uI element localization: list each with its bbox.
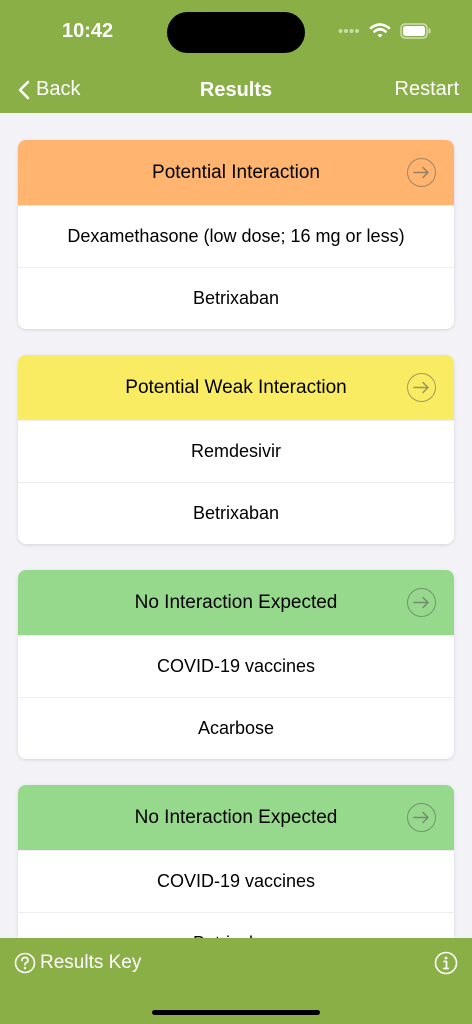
card-header[interactable]: No Interaction Expected — [18, 785, 454, 850]
drug-row: Betrixaban — [18, 267, 454, 329]
result-card-no-interaction: No Interaction Expected COVID-19 vaccine… — [18, 570, 454, 759]
results-key-label: Results Key — [40, 952, 142, 973]
card-header[interactable]: No Interaction Expected — [18, 570, 454, 635]
card-header[interactable]: Potential Weak Interaction — [18, 355, 454, 420]
card-header[interactable]: Potential Interaction — [18, 140, 454, 205]
dynamic-island — [167, 12, 305, 53]
arrow-right-circle-icon[interactable] — [407, 373, 436, 402]
question-circle-icon — [14, 952, 36, 974]
drug-row: Acarbose — [18, 697, 454, 759]
info-circle-icon — [434, 951, 458, 975]
signal-icon — [338, 28, 359, 33]
results-key-button[interactable]: Results Key — [14, 952, 141, 974]
drug-row: Betrixaban — [18, 482, 454, 544]
result-card-potential-weak-interaction: Potential Weak Interaction Remdesivir Be… — [18, 355, 454, 544]
bottom-toolbar: Results Key — [0, 938, 472, 1024]
info-button[interactable] — [434, 951, 458, 980]
drug-row: Remdesivir — [18, 420, 454, 482]
card-header-label: Potential Weak Interaction — [125, 376, 347, 398]
status-time: 10:42 — [62, 20, 114, 42]
card-header-label: Potential Interaction — [152, 161, 320, 183]
result-card-no-interaction: No Interaction Expected COVID-19 vaccine… — [18, 785, 454, 938]
battery-icon — [400, 22, 431, 39]
arrow-right-circle-icon[interactable] — [407, 158, 436, 187]
arrow-right-circle-icon[interactable] — [407, 588, 436, 617]
restart-button[interactable]: Restart — [395, 78, 459, 101]
drug-row: COVID-19 vaccines — [18, 850, 454, 912]
arrow-right-circle-icon[interactable] — [407, 803, 436, 832]
drug-row: Dexamethasone (low dose; 16 mg or less) — [18, 205, 454, 267]
result-card-potential-interaction: Potential Interaction Dexamethasone (low… — [18, 140, 454, 329]
home-indicator — [152, 1010, 320, 1015]
status-icons — [338, 22, 432, 39]
wifi-icon — [369, 23, 391, 38]
card-header-label: No Interaction Expected — [134, 806, 338, 828]
navigation-bar: 10:42 Back Results Restart — [0, 0, 472, 113]
results-list[interactable]: Potential Interaction Dexamethasone (low… — [0, 113, 472, 938]
drug-row: Betrixaban — [18, 912, 454, 938]
card-header-label: No Interaction Expected — [134, 591, 338, 613]
drug-row: COVID-19 vaccines — [18, 635, 454, 697]
